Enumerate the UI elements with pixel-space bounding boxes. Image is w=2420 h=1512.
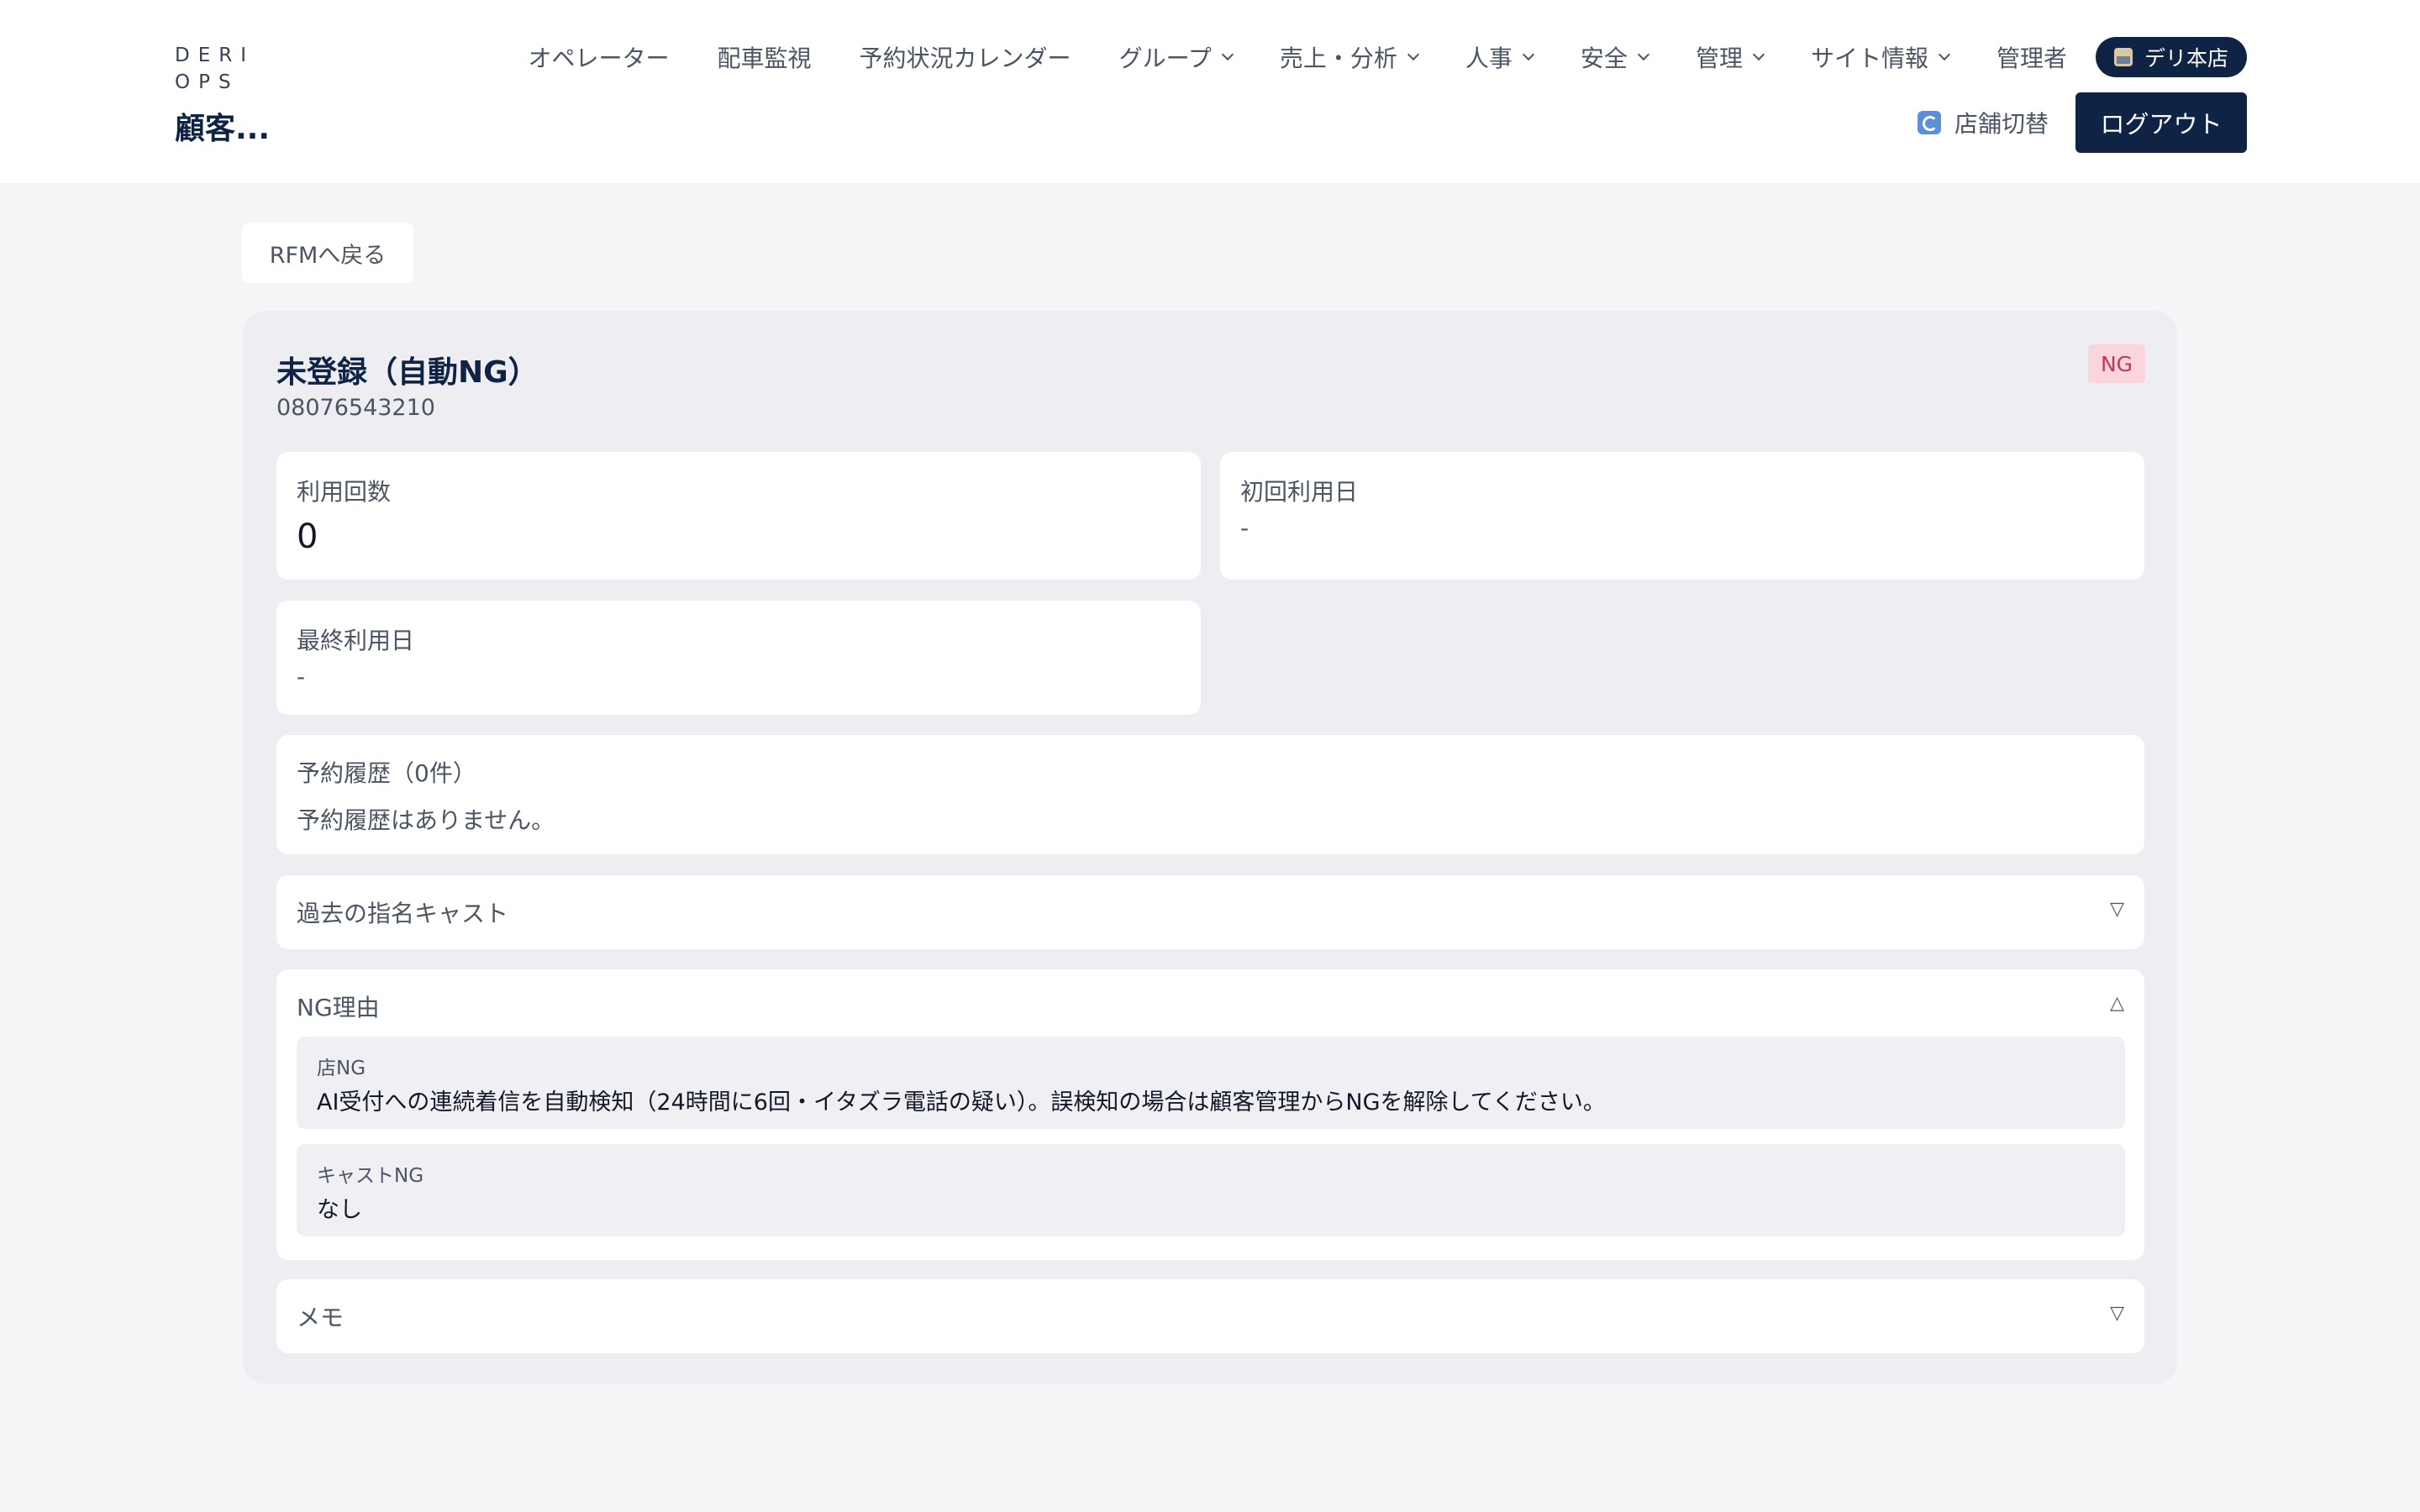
first-use-value: - (1240, 514, 1249, 542)
nav-label: 配車監視 (717, 45, 812, 72)
chevron-down-icon (1752, 48, 1765, 61)
chevron-down-icon (1522, 48, 1534, 61)
brand-logo-text: DERI OPS (175, 45, 255, 93)
nav-label: 管理 (1695, 45, 1743, 72)
memo-title: メモ (297, 1304, 345, 1331)
store-ng-label: 店NG (317, 1058, 366, 1079)
store-badge-label: デリ本店 (2144, 46, 2228, 71)
nav-item-group[interactable]: グループ (1118, 40, 1234, 74)
usage-count-label: 利用回数 (297, 478, 392, 506)
usage-count-value: 0 (297, 517, 318, 556)
chevron-down-icon (1221, 48, 1234, 61)
nav-label: 予約状況カレンダー (859, 45, 1071, 72)
reservation-history-title: 予約履歴（0件） (297, 759, 476, 787)
nav-item-admin[interactable]: 管理者 (1996, 40, 2067, 74)
brand[interactable]: DERI OPS 顧客... (175, 42, 276, 148)
chevron-down-icon (1637, 48, 1650, 61)
reservation-history-empty: 予約履歴はありません。 (297, 806, 555, 834)
cast-ng-label: キャストNG (317, 1165, 424, 1187)
switch-store-label: 店舗切替 (1954, 110, 2049, 138)
refresh-icon (1917, 111, 1941, 134)
header-actions: 店舗切替 ログアウト (1917, 92, 2247, 153)
usage-count-box: 利用回数 0 (276, 452, 1201, 580)
customer-phone: 08076543210 (276, 395, 435, 421)
nav-label: サイト情報 (1810, 45, 1928, 72)
nav-item-operator[interactable]: オペレーター (529, 40, 670, 74)
last-use-label: 最終利用日 (297, 627, 415, 654)
past-casts-title: 過去の指名キャスト (297, 900, 509, 927)
nav-item-hr[interactable]: 人事 (1465, 40, 1534, 74)
nav-item-reservation-calendar[interactable]: 予約状況カレンダー (860, 40, 1071, 74)
past-casts-accordion[interactable]: 過去の指名キャスト ▽ (276, 875, 2144, 949)
expand-icon[interactable]: ▽ (2110, 899, 2124, 920)
store-icon (2113, 48, 2133, 66)
first-use-label: 初回利用日 (1240, 478, 1359, 506)
nav-label: 人事 (1465, 45, 1512, 72)
cast-ng-text: なし (317, 1197, 362, 1223)
cast-ng-reason: キャストNG なし (297, 1144, 2125, 1236)
nav-label: 管理者 (1996, 45, 2067, 72)
last-use-value: - (297, 663, 306, 690)
page-title: 顧客... (175, 112, 271, 146)
nav-label: オペレーター (528, 45, 670, 72)
first-use-box: 初回利用日 - (1220, 452, 2144, 580)
nav-item-sales-analysis[interactable]: 売上・分析 (1279, 40, 1419, 74)
chevron-down-icon (1407, 48, 1419, 61)
nav-label: 安全 (1580, 45, 1628, 72)
current-store-badge[interactable]: デリ本店 (2095, 37, 2247, 77)
collapse-icon[interactable]: △ (2110, 993, 2124, 1014)
ng-status-badge: NG (2088, 344, 2145, 383)
nav-item-safety[interactable]: 安全 (1580, 40, 1650, 74)
customer-detail-card: 未登録（自動NG） 08076543210 NG 利用回数 0 初回利用日 - … (243, 311, 2177, 1384)
reservation-history-box: 予約履歴（0件） 予約履歴はありません。 (276, 735, 2144, 854)
back-to-rfm-button[interactable]: RFMへ戻る (242, 223, 413, 283)
expand-icon[interactable]: ▽ (2110, 1303, 2124, 1324)
top-header: DERI OPS 顧客... オペレーター 配車監視 予約状況カレンダー グルー… (0, 0, 2420, 183)
memo-accordion[interactable]: メモ ▽ (276, 1279, 2144, 1353)
nav-label: 売上・分析 (1279, 45, 1397, 72)
store-ng-reason: 店NG AI受付への連続着信を自動検知（24時間に6回・イタズラ電話の疑い）。誤… (297, 1037, 2125, 1129)
last-use-box: 最終利用日 - (276, 601, 1201, 715)
nav-item-dispatch-monitor[interactable]: 配車監視 (718, 40, 812, 74)
ng-reasons-title[interactable]: NG理由 (297, 990, 380, 1023)
nav-item-management[interactable]: 管理 (1695, 40, 1765, 74)
store-ng-text: AI受付への連続着信を自動検知（24時間に6回・イタズラ電話の疑い）。誤検知の場… (317, 1089, 1606, 1116)
main-nav: オペレーター 配車監視 予約状況カレンダー グループ 売上・分析 人事 安全 管… (529, 37, 2247, 77)
customer-name: 未登録（自動NG） (276, 355, 539, 390)
switch-store-button[interactable]: 店舗切替 (1917, 106, 2049, 139)
ng-reasons-accordion: NG理由 △ 店NG AI受付への連続着信を自動検知（24時間に6回・イタズラ電… (276, 969, 2144, 1260)
nav-item-site-info[interactable]: サイト情報 (1810, 40, 1951, 74)
nav-label: グループ (1118, 45, 1212, 72)
logout-button[interactable]: ログアウト (2075, 92, 2247, 153)
chevron-down-icon (1938, 48, 1951, 61)
